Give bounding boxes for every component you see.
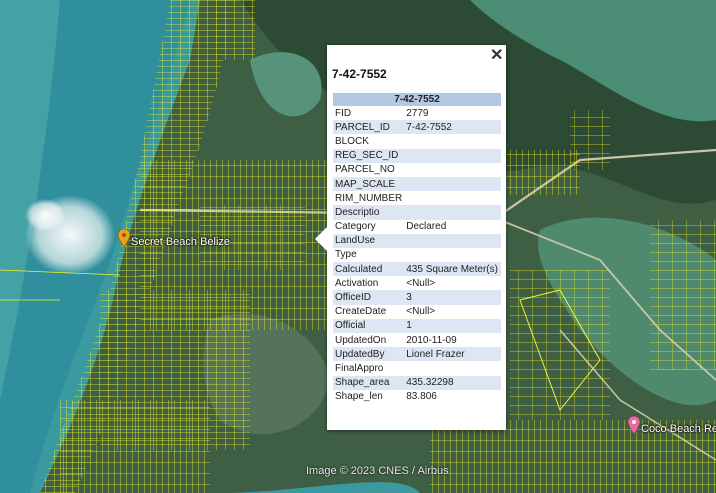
table-row: FinalAppro — [333, 361, 501, 375]
attribute-name: UpdatedBy — [333, 347, 405, 362]
table-header: 7-42-7552 — [333, 93, 501, 106]
attribute-name: RIM_NUMBER — [335, 192, 403, 204]
table-row: Official 1 — [333, 318, 501, 333]
table-row: REG_SEC_ID — [333, 148, 501, 163]
attribute-name: FinalAppro — [335, 362, 384, 374]
table-row: Category Declared — [333, 220, 501, 234]
attribute-value — [404, 148, 501, 163]
attribute-value — [404, 205, 501, 220]
attribute-value: 2010-11-09 — [406, 334, 457, 346]
attribute-name: Category — [335, 221, 376, 233]
attribute-name: Calculated — [333, 262, 405, 277]
attribute-name: Descriptio — [333, 205, 405, 220]
table-row: BLOCK — [333, 134, 501, 148]
attribute-name: Activation — [335, 277, 379, 289]
table-row: PARCEL_NO — [333, 163, 501, 177]
attribute-value — [404, 134, 501, 148]
table-row: RIM_NUMBER — [333, 191, 501, 205]
attribute-name: UpdatedOn — [335, 334, 387, 346]
parcels-south-east — [510, 270, 610, 420]
attribute-name: Shape_len — [335, 391, 383, 403]
table-row: MAP_SCALE — [333, 176, 501, 192]
attribute-name: LandUse — [333, 233, 405, 248]
attribute-value — [404, 233, 501, 248]
attribute-name: CreateDate — [335, 306, 387, 318]
table-row: LandUse — [333, 233, 501, 248]
popup-pointer — [315, 227, 327, 251]
table-row: FID 2779 — [333, 106, 501, 120]
table-row: Activation <Null> — [333, 276, 501, 290]
table-row: PARCEL_ID 7-42-7552 — [333, 120, 501, 135]
parcels-north — [215, 0, 255, 60]
attribute-name: BLOCK — [335, 135, 369, 147]
feature-popup: ✕ 7-42-7552 7-42-7552 FID 2779 PARCEL_ID 7-… — [315, 45, 506, 430]
location-pin-icon[interactable] — [118, 229, 130, 247]
attribute-value: 2779 — [406, 107, 429, 119]
attribute-value — [404, 248, 501, 262]
attribute-name: OfficeID — [333, 290, 405, 305]
attribute-name: PARCEL_ID — [333, 120, 405, 135]
attribute-name: REG_SEC_ID — [333, 148, 405, 163]
cloud-part — [25, 199, 65, 231]
attribute-value — [404, 163, 501, 177]
attribute-value: 435.32298 — [404, 375, 501, 390]
table-row: UpdatedOn 2010-11-09 — [333, 333, 501, 347]
close-icon[interactable]: ✕ — [490, 48, 503, 64]
attribute-name: Shape_area — [333, 375, 405, 390]
attribute-value: 1 — [404, 318, 501, 333]
parcels-east-strip — [650, 220, 716, 370]
parcels-southwest — [60, 400, 210, 493]
attribute-value — [404, 361, 501, 375]
attribute-value: <Null> — [406, 277, 436, 289]
place-label[interactable]: Secret Beach Belize — [131, 236, 230, 248]
attribute-name: PARCEL_NO — [335, 164, 395, 176]
attribute-value: 435 Square Meter(s) — [404, 262, 501, 277]
place-label[interactable]: Coco Beach Re — [641, 423, 716, 435]
table-row: UpdatedBy Lionel Frazer — [333, 347, 501, 362]
imagery-credit: Image © 2023 CNES / Airbus — [306, 465, 449, 477]
table-row: OfficeID 3 — [333, 290, 501, 305]
attribute-value: Lionel Frazer — [404, 347, 501, 362]
attribute-table: 7-42-7552 FID 2779 PARCEL_ID 7-42-7552 BLOCK… — [333, 93, 501, 404]
table-row: Shape_area 435.32298 — [333, 375, 501, 390]
attribute-name: Official — [333, 318, 405, 333]
attribute-value — [404, 176, 501, 192]
table-row: Descriptio — [333, 205, 501, 220]
attribute-value: <Null> — [406, 306, 436, 318]
table-row: Shape_len 83.806 — [333, 390, 501, 404]
attribute-value: 3 — [404, 290, 501, 305]
parcels-east-road — [500, 150, 580, 195]
table-row: Type — [333, 248, 501, 262]
attribute-value: Declared — [406, 221, 447, 233]
location-pin-icon[interactable] — [628, 416, 640, 434]
attribute-value — [404, 191, 501, 205]
popup-title: 7-42-7552 — [332, 67, 387, 81]
table-row: CreateDate <Null> — [333, 305, 501, 319]
attribute-name: MAP_SCALE — [333, 176, 405, 192]
table-row: Calculated 435 Square Meter(s) — [333, 262, 501, 277]
attribute-value: 83.806 — [406, 391, 437, 403]
attribute-name: FID — [335, 107, 352, 119]
attribute-value: 7-42-7552 — [404, 120, 501, 135]
attribute-name: Type — [335, 249, 357, 261]
